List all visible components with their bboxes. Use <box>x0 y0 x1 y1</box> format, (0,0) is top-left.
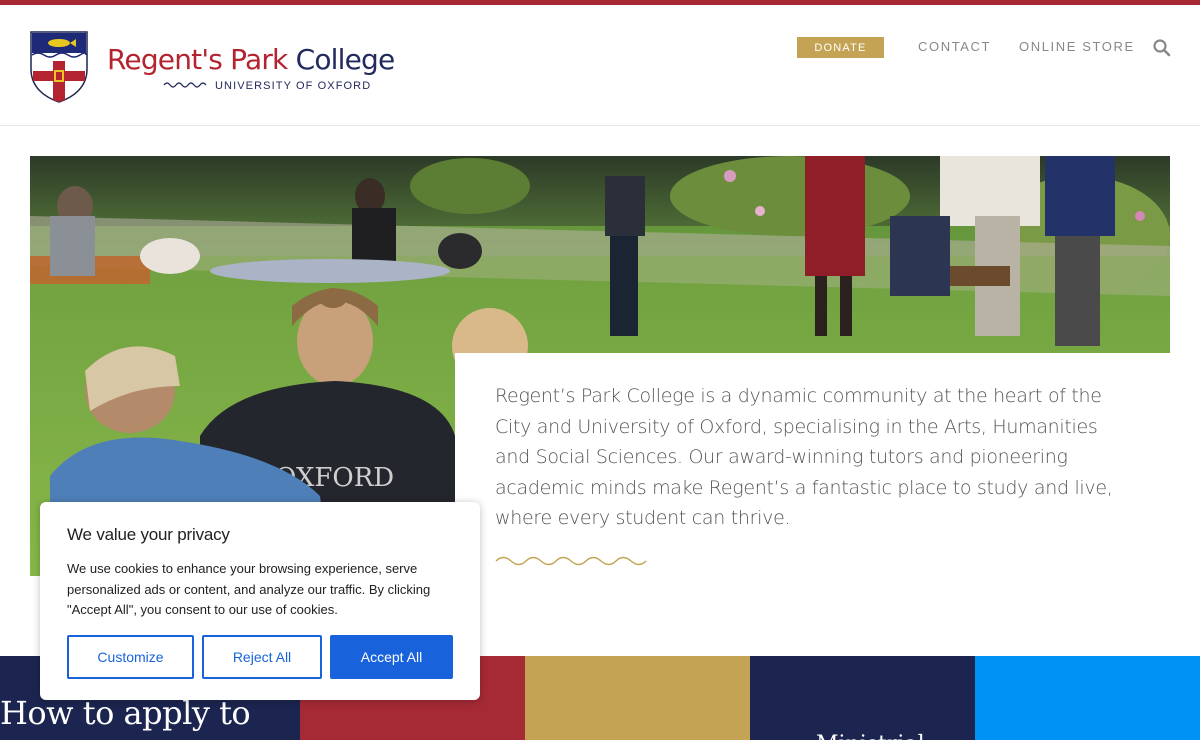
customize-button[interactable]: Customize <box>67 635 194 679</box>
intro-text: Regent’s Park College is a dynamic commu… <box>495 385 1113 529</box>
college-subtitle: UNIVERSITY OF OXFORD <box>215 80 372 92</box>
nav-contact-link[interactable]: CONTACT <box>918 39 991 54</box>
cookie-banner-title: We value your privacy <box>67 525 230 544</box>
college-logo-link[interactable]: Regent's Park College UNIVERSITY OF OXFO… <box>30 31 395 107</box>
accept-all-button[interactable]: Accept All <box>330 635 453 679</box>
college-crest-icon <box>30 31 88 103</box>
site-header: Regent's Park College UNIVERSITY OF OXFO… <box>0 5 1200 126</box>
tile-ministerial-title: Ministrial <box>816 732 925 740</box>
cookie-banner-text: We use cookies to enhance your browsing … <box>67 561 431 617</box>
nav-online-store-link[interactable]: ONLINE STORE <box>1019 39 1135 54</box>
cookie-consent-banner: We value your privacy We use cookies to … <box>40 502 480 700</box>
college-name-navy: College <box>295 43 396 76</box>
tile-blue[interactable] <box>975 656 1200 740</box>
reject-all-button[interactable]: Reject All <box>202 635 322 679</box>
college-name-red: Regent's Park <box>107 43 288 76</box>
donate-button[interactable]: DONATE <box>797 37 884 58</box>
tile-ministerial[interactable]: Ministrial <box>750 656 975 740</box>
logo-wave-icon <box>163 82 207 88</box>
tile-gold[interactable] <box>525 656 750 740</box>
intro-panel: Regent’s Park College is a dynamic commu… <box>455 353 1200 656</box>
decorative-wave-icon <box>495 556 647 566</box>
search-icon[interactable] <box>1152 38 1172 58</box>
college-name: Regent's Park College <box>107 43 396 76</box>
